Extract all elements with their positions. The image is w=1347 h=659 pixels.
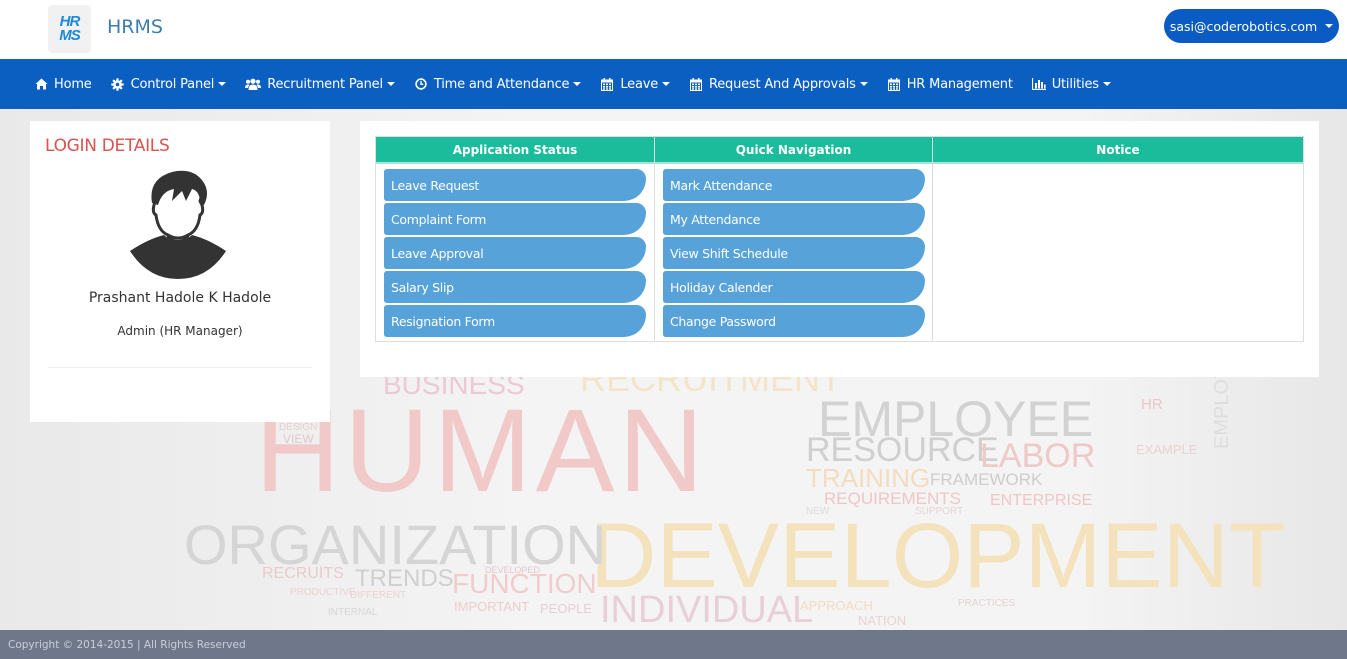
nav-label: Control Panel (130, 76, 215, 92)
nav-label: HR Management (906, 76, 1013, 92)
user-avatar-icon (130, 170, 226, 279)
bg-word: PEOPLE (540, 601, 593, 616)
hrms-logo[interactable]: HR MS (48, 5, 91, 53)
clock-icon (414, 77, 428, 91)
main-nav: Home Control Panel Recruitment Panel Tim… (0, 59, 1347, 109)
chevron-down-icon (386, 82, 395, 86)
bg-word: INTERNAL (328, 607, 378, 618)
bg-word: TRAINING (806, 463, 931, 493)
nav-label: Home (54, 76, 92, 92)
nav-label: Utilities (1051, 76, 1099, 92)
bg-word: EXAMPLE (1136, 442, 1198, 457)
home-icon (34, 77, 48, 91)
login-details-card: LOGIN DETAILS Prashant Hadole K Hadole A… (30, 121, 330, 422)
divider (48, 367, 312, 368)
bg-word: PRODUCTIVE (290, 587, 356, 598)
chevron-down-icon (1325, 24, 1334, 28)
mark-attendance-button[interactable]: Mark Attendance (663, 169, 925, 201)
holiday-calender-button[interactable]: Holiday Calender (663, 271, 925, 303)
top-header: HR MS HRMS sasi@coderobotics.com (0, 0, 1347, 59)
chevron-down-icon (1102, 82, 1111, 86)
bg-word: RESOURCE (806, 431, 999, 469)
footer: Copyright © 2014-2015 | All Rights Reser… (0, 630, 1347, 659)
nav-item-hr-management[interactable]: HR Management (887, 77, 1013, 92)
column-header: Application Status (376, 137, 654, 164)
bg-word: VIEW (283, 432, 314, 446)
quick-navigation-column: Quick Navigation Mark Attendance My Atte… (655, 137, 933, 341)
user-full-name: Prashant Hadole K Hadole (88, 290, 272, 306)
bg-word: SUPPORT (915, 506, 964, 517)
bg-word: INDIVIDUAL (600, 589, 814, 630)
bg-word: NATION (858, 613, 907, 628)
salary-slip-button[interactable]: Salary Slip (384, 271, 646, 303)
nav-label: Leave (620, 76, 659, 92)
nav-label: Time and Attendance (433, 76, 570, 92)
bg-word: DEVELOPED (485, 565, 541, 575)
nav-item-request-approvals[interactable]: Request And Approvals (689, 77, 868, 92)
chevron-down-icon (859, 82, 868, 86)
nav-item-recruitment-panel[interactable]: Recruitment Panel (245, 77, 395, 92)
bg-word: APPROACH (800, 598, 873, 613)
user-account-dropdown[interactable]: sasi@coderobotics.com (1164, 9, 1339, 43)
user-role: Admin (HR Manager) (117, 324, 243, 338)
notice-body (933, 164, 1303, 169)
bg-word: NEW (806, 506, 830, 517)
nav-item-home[interactable]: Home (34, 77, 92, 92)
dashboard-panel: Application Status Leave Request Complai… (360, 121, 1319, 377)
bg-word: ENTERPRISE (990, 492, 1093, 509)
bg-word: PRACTICES (958, 598, 1016, 609)
login-details-title: LOGIN DETAILS (45, 136, 170, 156)
nav-label: Request And Approvals (709, 76, 856, 92)
bg-word: IMPORTANT (454, 599, 530, 614)
bg-word: REQUIREMENTS (824, 489, 961, 508)
leave-request-button[interactable]: Leave Request (384, 169, 646, 201)
brand-title[interactable]: HRMS (107, 16, 163, 38)
notice-column: Notice (933, 137, 1303, 341)
avatar (128, 169, 228, 281)
application-status-column: Application Status Leave Request Complai… (376, 137, 655, 341)
chevron-down-icon (662, 82, 671, 86)
chevron-down-icon (218, 82, 227, 86)
leave-approval-button[interactable]: Leave Approval (384, 237, 646, 269)
calendar-icon (600, 77, 614, 91)
users-icon (245, 77, 262, 91)
bg-word: DIFFERENT (350, 590, 407, 601)
chevron-down-icon (573, 82, 582, 86)
bar-chart-icon (1031, 77, 1046, 91)
my-attendance-button[interactable]: My Attendance (663, 203, 925, 235)
column-header: Quick Navigation (655, 137, 932, 164)
change-password-button[interactable]: Change Password (663, 305, 925, 337)
view-shift-schedule-button[interactable]: View Shift Schedule (663, 237, 925, 269)
column-header: Notice (933, 137, 1303, 164)
nav-item-time-attendance[interactable]: Time and Attendance (414, 76, 582, 92)
logo-text-bottom: MS (59, 27, 80, 44)
bg-word: LABOR (980, 437, 1096, 475)
nav-item-control-panel[interactable]: Control Panel (111, 77, 227, 92)
resignation-form-button[interactable]: Resignation Form (384, 305, 646, 337)
nav-label: Recruitment Panel (267, 76, 383, 92)
dashboard-grid: Application Status Leave Request Complai… (375, 136, 1304, 342)
gear-icon (111, 77, 125, 91)
calendar-icon (689, 77, 703, 91)
bg-word: FRAMEWORK (930, 470, 1043, 489)
calendar-icon (887, 77, 901, 91)
user-email: sasi@coderobotics.com (1169, 18, 1318, 34)
bg-word: TRENDS (355, 565, 454, 592)
bg-word: HR (1141, 396, 1163, 413)
nav-item-leave[interactable]: Leave (600, 76, 671, 92)
complaint-form-button[interactable]: Complaint Form (384, 203, 646, 235)
copyright-text: Copyright © 2014-2015 | All Rights Reser… (8, 638, 246, 651)
bg-word: RECRUITS (262, 565, 344, 582)
nav-item-utilities[interactable]: Utilities (1031, 76, 1111, 92)
